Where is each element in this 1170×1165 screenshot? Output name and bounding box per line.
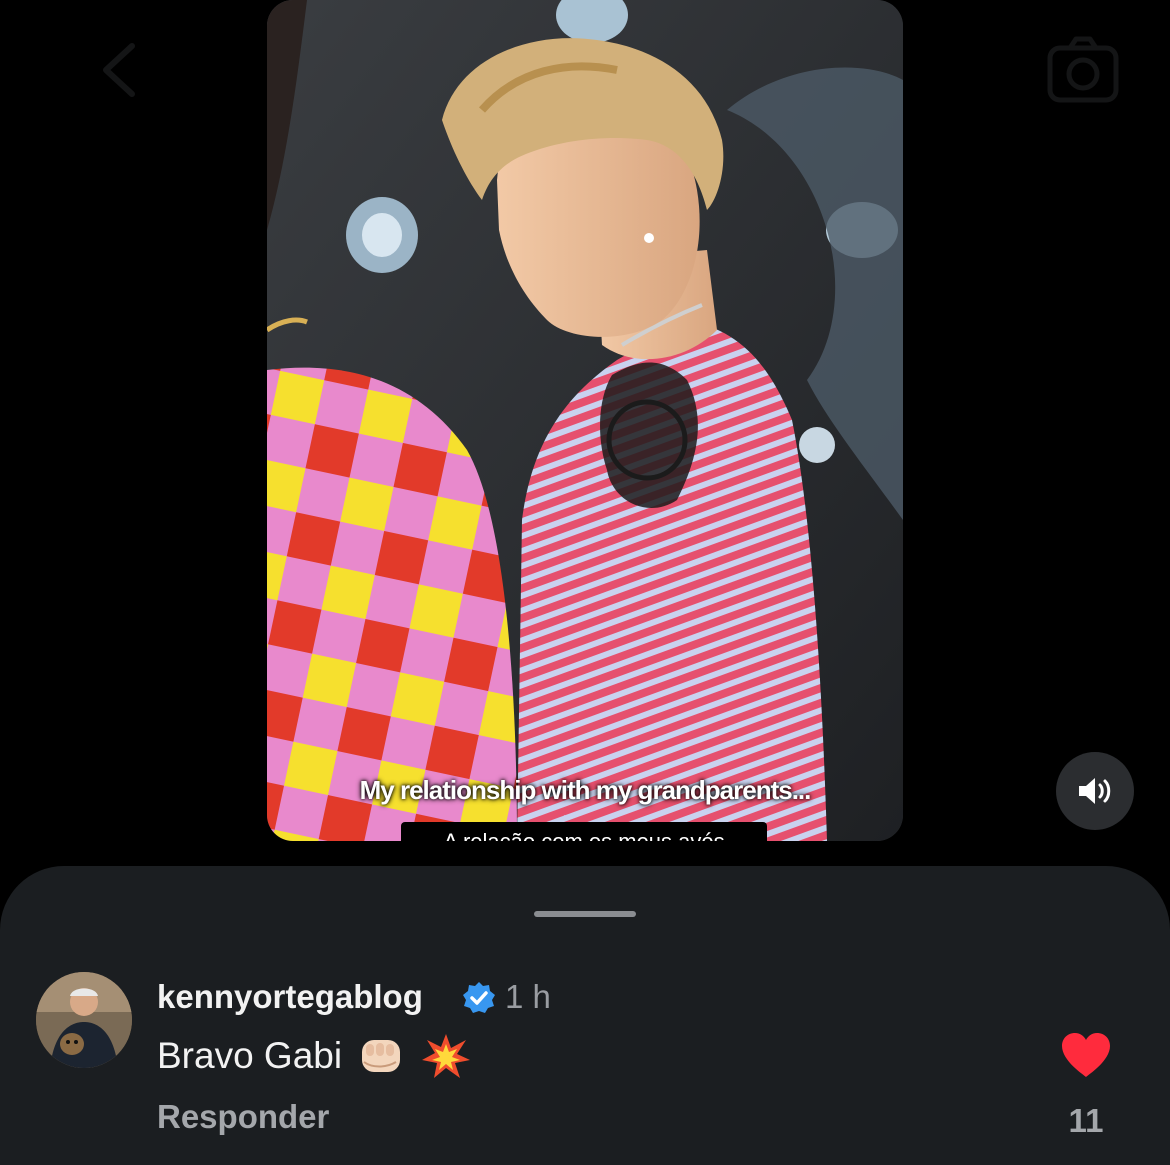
avatar-image — [36, 972, 132, 1068]
comment-timestamp: 1 h — [505, 978, 551, 1015]
heart-icon[interactable] — [1060, 1031, 1112, 1079]
comment-body: Bravo Gabi — [157, 1032, 472, 1080]
reply-button[interactable]: Responder — [157, 1098, 329, 1136]
reel-video[interactable]: My relationship with my grandparents... … — [267, 0, 903, 841]
screen: My relationship with my grandparents... … — [0, 0, 1170, 1165]
collision-icon — [422, 1034, 471, 1078]
volume-button[interactable] — [1056, 752, 1134, 830]
subtitle-english: My relationship with my grandparents... — [359, 775, 812, 805]
comment-username[interactable]: kennyortegablog — [157, 978, 423, 1016]
avatar[interactable] — [36, 972, 132, 1068]
video-frame — [267, 0, 903, 841]
speaker-icon — [1079, 778, 1111, 804]
like-count: 11 — [1068, 1102, 1104, 1139]
subtitle-portuguese: A relação com os meus avós — [401, 822, 767, 841]
sheet-grabber[interactable] — [534, 911, 636, 917]
verified-badge-icon — [463, 982, 495, 1013]
comments-sheet: kennyortegablog 1 h Bravo Gabi Responder — [0, 866, 1170, 1165]
fist-icon — [362, 1040, 401, 1072]
comment-text: Bravo Gabi — [157, 1035, 343, 1076]
camera-icon[interactable] — [1046, 34, 1120, 104]
chevron-left-icon[interactable] — [92, 40, 152, 100]
